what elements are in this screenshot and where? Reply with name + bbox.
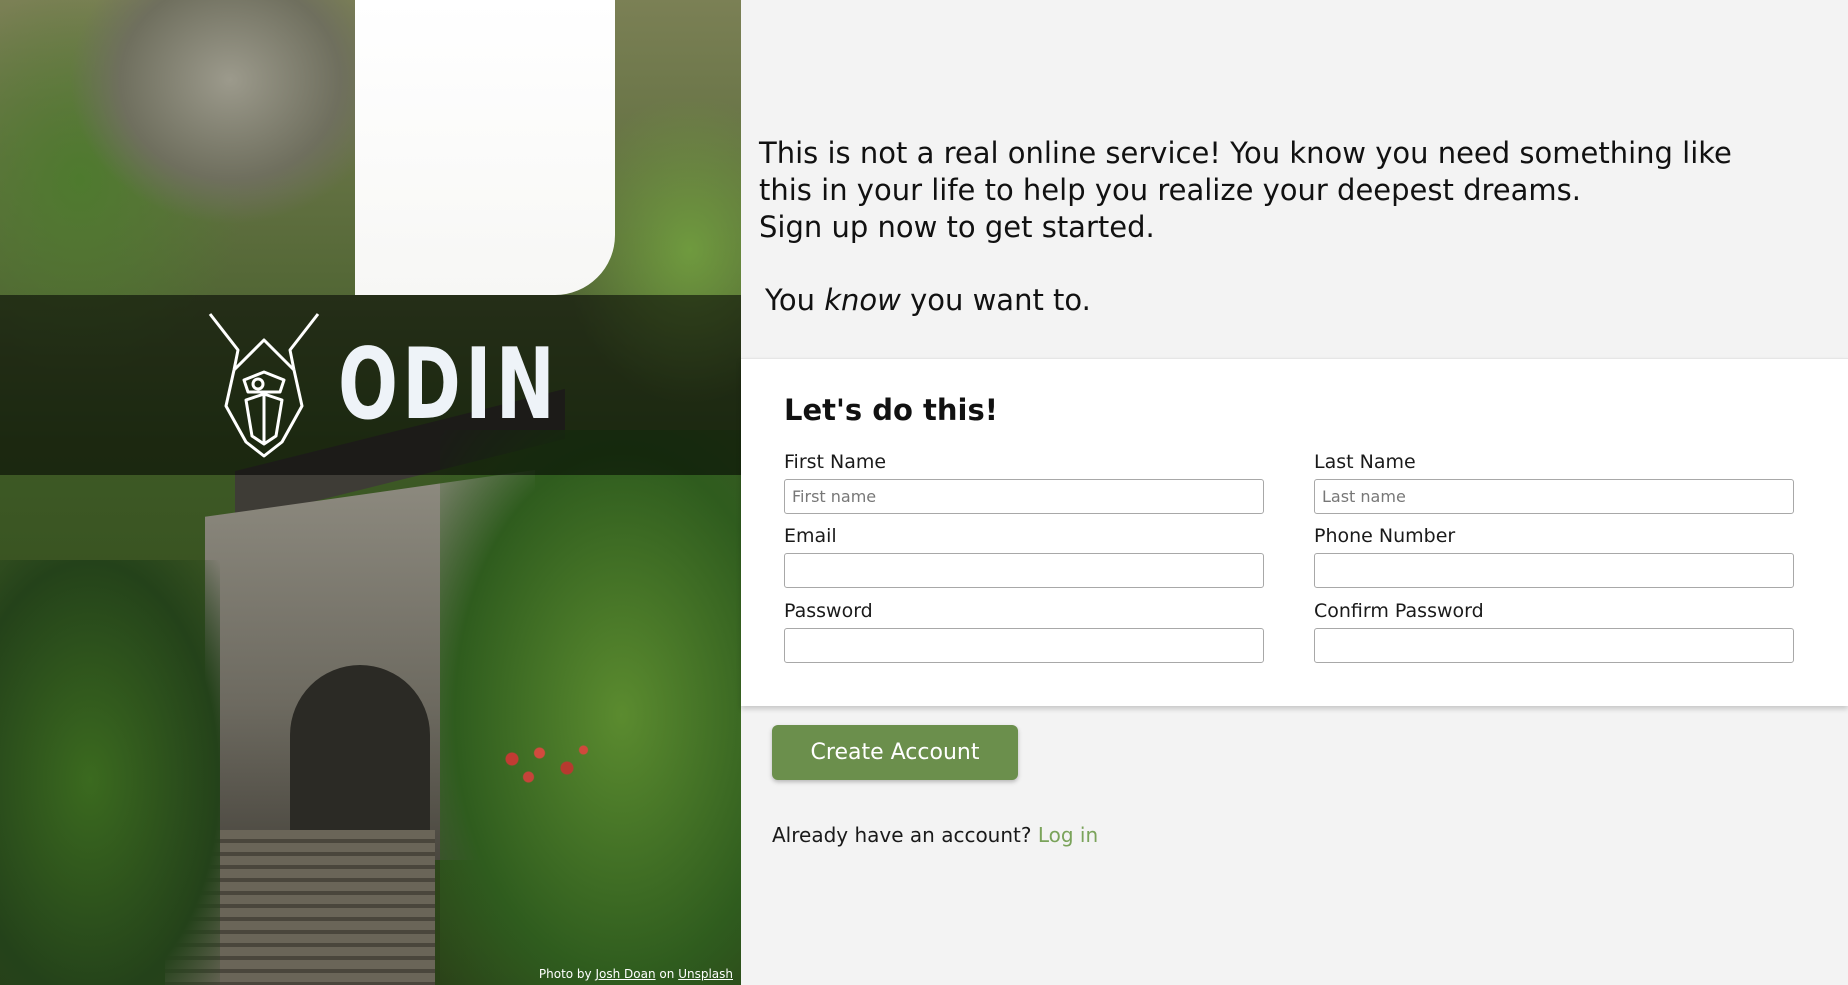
phone-group: Phone Number [1314, 525, 1794, 588]
logo-band: ODIN [0, 295, 741, 475]
viking-head-icon [208, 313, 319, 458]
intro-section: This is not a real online service! You k… [741, 0, 1848, 319]
email-group: Email [784, 525, 1264, 588]
password-group: Password [784, 600, 1264, 663]
foliage-left [0, 560, 220, 985]
first-name-input[interactable] [784, 479, 1264, 514]
password-label: Password [784, 600, 873, 622]
tagline-emphasis: know [824, 283, 901, 317]
last-name-input[interactable] [1314, 479, 1794, 514]
signup-form: Let's do this! First Name Last Name Emai… [741, 358, 1848, 706]
confirm-password-label: Confirm Password [1314, 600, 1484, 622]
foliage-right [440, 430, 741, 985]
signup-panel: This is not a real online service! You k… [741, 0, 1848, 985]
hero-image: ODIN Photo by Josh Doan on Unsplash [0, 0, 741, 985]
red-flowers [490, 735, 600, 795]
first-name-label: First Name [784, 451, 887, 473]
login-link[interactable]: Log in [1038, 823, 1098, 847]
intro-line-2: this in your life to help you realize yo… [759, 173, 1581, 207]
login-prompt-text: Already have an account? [772, 823, 1032, 847]
password-input[interactable] [784, 628, 1264, 663]
tagline-before: You [765, 283, 815, 317]
last-name-label: Last Name [1314, 451, 1416, 473]
credit-prefix: Photo by [538, 967, 592, 981]
phone-label: Phone Number [1314, 525, 1456, 547]
tagline-after: you want to. [910, 283, 1091, 317]
photo-credit: Photo by Josh Doan on Unsplash [539, 967, 733, 981]
last-name-group: Last Name [1314, 451, 1794, 514]
credit-site-link[interactable]: Unsplash [678, 967, 733, 981]
credit-author-link[interactable]: Josh Doan [595, 967, 655, 981]
credit-middle: on [659, 967, 675, 981]
create-account-button[interactable]: Create Account [772, 725, 1018, 780]
logo-wordmark: ODIN [337, 328, 559, 442]
phone-input[interactable] [1314, 553, 1794, 588]
login-prompt: Already have an account? Log in [772, 823, 1098, 847]
intro-line-1: This is not a real online service! You k… [759, 136, 1732, 170]
intro-line-3: Sign up now to get started. [759, 210, 1155, 244]
cliff-rock [0, 0, 380, 300]
email-input[interactable] [784, 553, 1264, 588]
form-heading: Let's do this! [784, 393, 998, 427]
confirm-password-input[interactable] [1314, 628, 1794, 663]
sky [355, 0, 615, 295]
email-label: Email [784, 525, 837, 547]
confirm-password-group: Confirm Password [1314, 600, 1794, 663]
first-name-group: First Name [784, 451, 1264, 514]
tagline: You know you want to. [759, 282, 1848, 319]
